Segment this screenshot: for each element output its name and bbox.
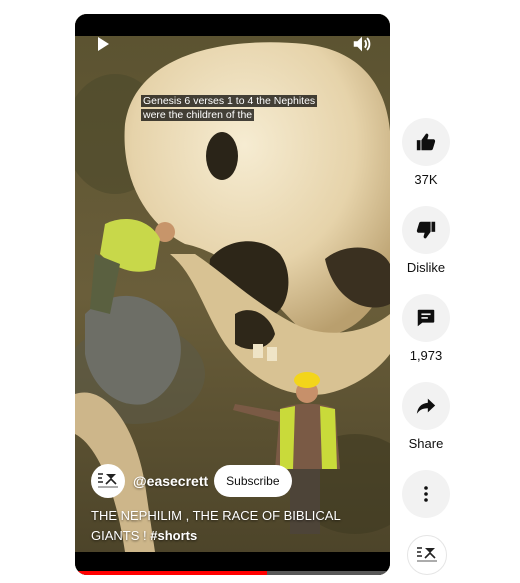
video-title: THE NEPHILIM , THE RACE OF BIBLICAL GIAN… (91, 506, 381, 546)
shorts-hashtag[interactable]: #shorts (150, 528, 197, 543)
volume-icon (353, 36, 371, 52)
share-label: Share (408, 436, 444, 451)
comment-count: 1,973 (409, 348, 443, 363)
like-button[interactable] (402, 118, 450, 166)
like-action: 37K (402, 118, 450, 187)
thumbs-down-icon (416, 221, 436, 239)
progress-bar[interactable] (75, 571, 390, 575)
comment-icon (417, 309, 435, 327)
play-button[interactable] (91, 32, 115, 56)
share-button[interactable] (402, 382, 450, 430)
dislike-button[interactable] (402, 206, 450, 254)
dislike-action: Dislike (402, 206, 450, 275)
video-caption: Genesis 6 verses 1 to 4 the Nephites wer… (141, 94, 318, 122)
caption-text: Genesis 6 verses 1 to 4 the Nephites wer… (141, 95, 318, 121)
channel-handle[interactable]: @easecrett (133, 473, 208, 489)
comment-action: 1,973 (402, 294, 450, 363)
share-icon (416, 398, 436, 414)
shorts-player[interactable]: Genesis 6 verses 1 to 4 the Nephites wer… (75, 14, 390, 575)
volume-button[interactable] (350, 32, 374, 56)
channel-logo-icon (98, 473, 118, 488)
channel-logo-icon (417, 547, 437, 562)
play-icon (98, 37, 109, 51)
comment-button[interactable] (402, 294, 450, 342)
progress-fill (75, 571, 268, 575)
channel-avatar-small[interactable] (407, 535, 447, 575)
like-count: 37K (414, 172, 438, 187)
thumbs-up-icon (416, 133, 436, 151)
dislike-label: Dislike (406, 260, 446, 275)
channel-avatar[interactable] (91, 464, 125, 498)
more-action (402, 470, 450, 518)
more-vert-icon (424, 486, 428, 502)
subscribe-button[interactable]: Subscribe (214, 465, 292, 497)
channel-row: @easecrett Subscribe (91, 464, 292, 498)
more-options-button[interactable] (402, 470, 450, 518)
share-action: Share (402, 382, 450, 451)
video-title-text: THE NEPHILIM , THE RACE OF BIBLICAL GIAN… (91, 508, 341, 543)
